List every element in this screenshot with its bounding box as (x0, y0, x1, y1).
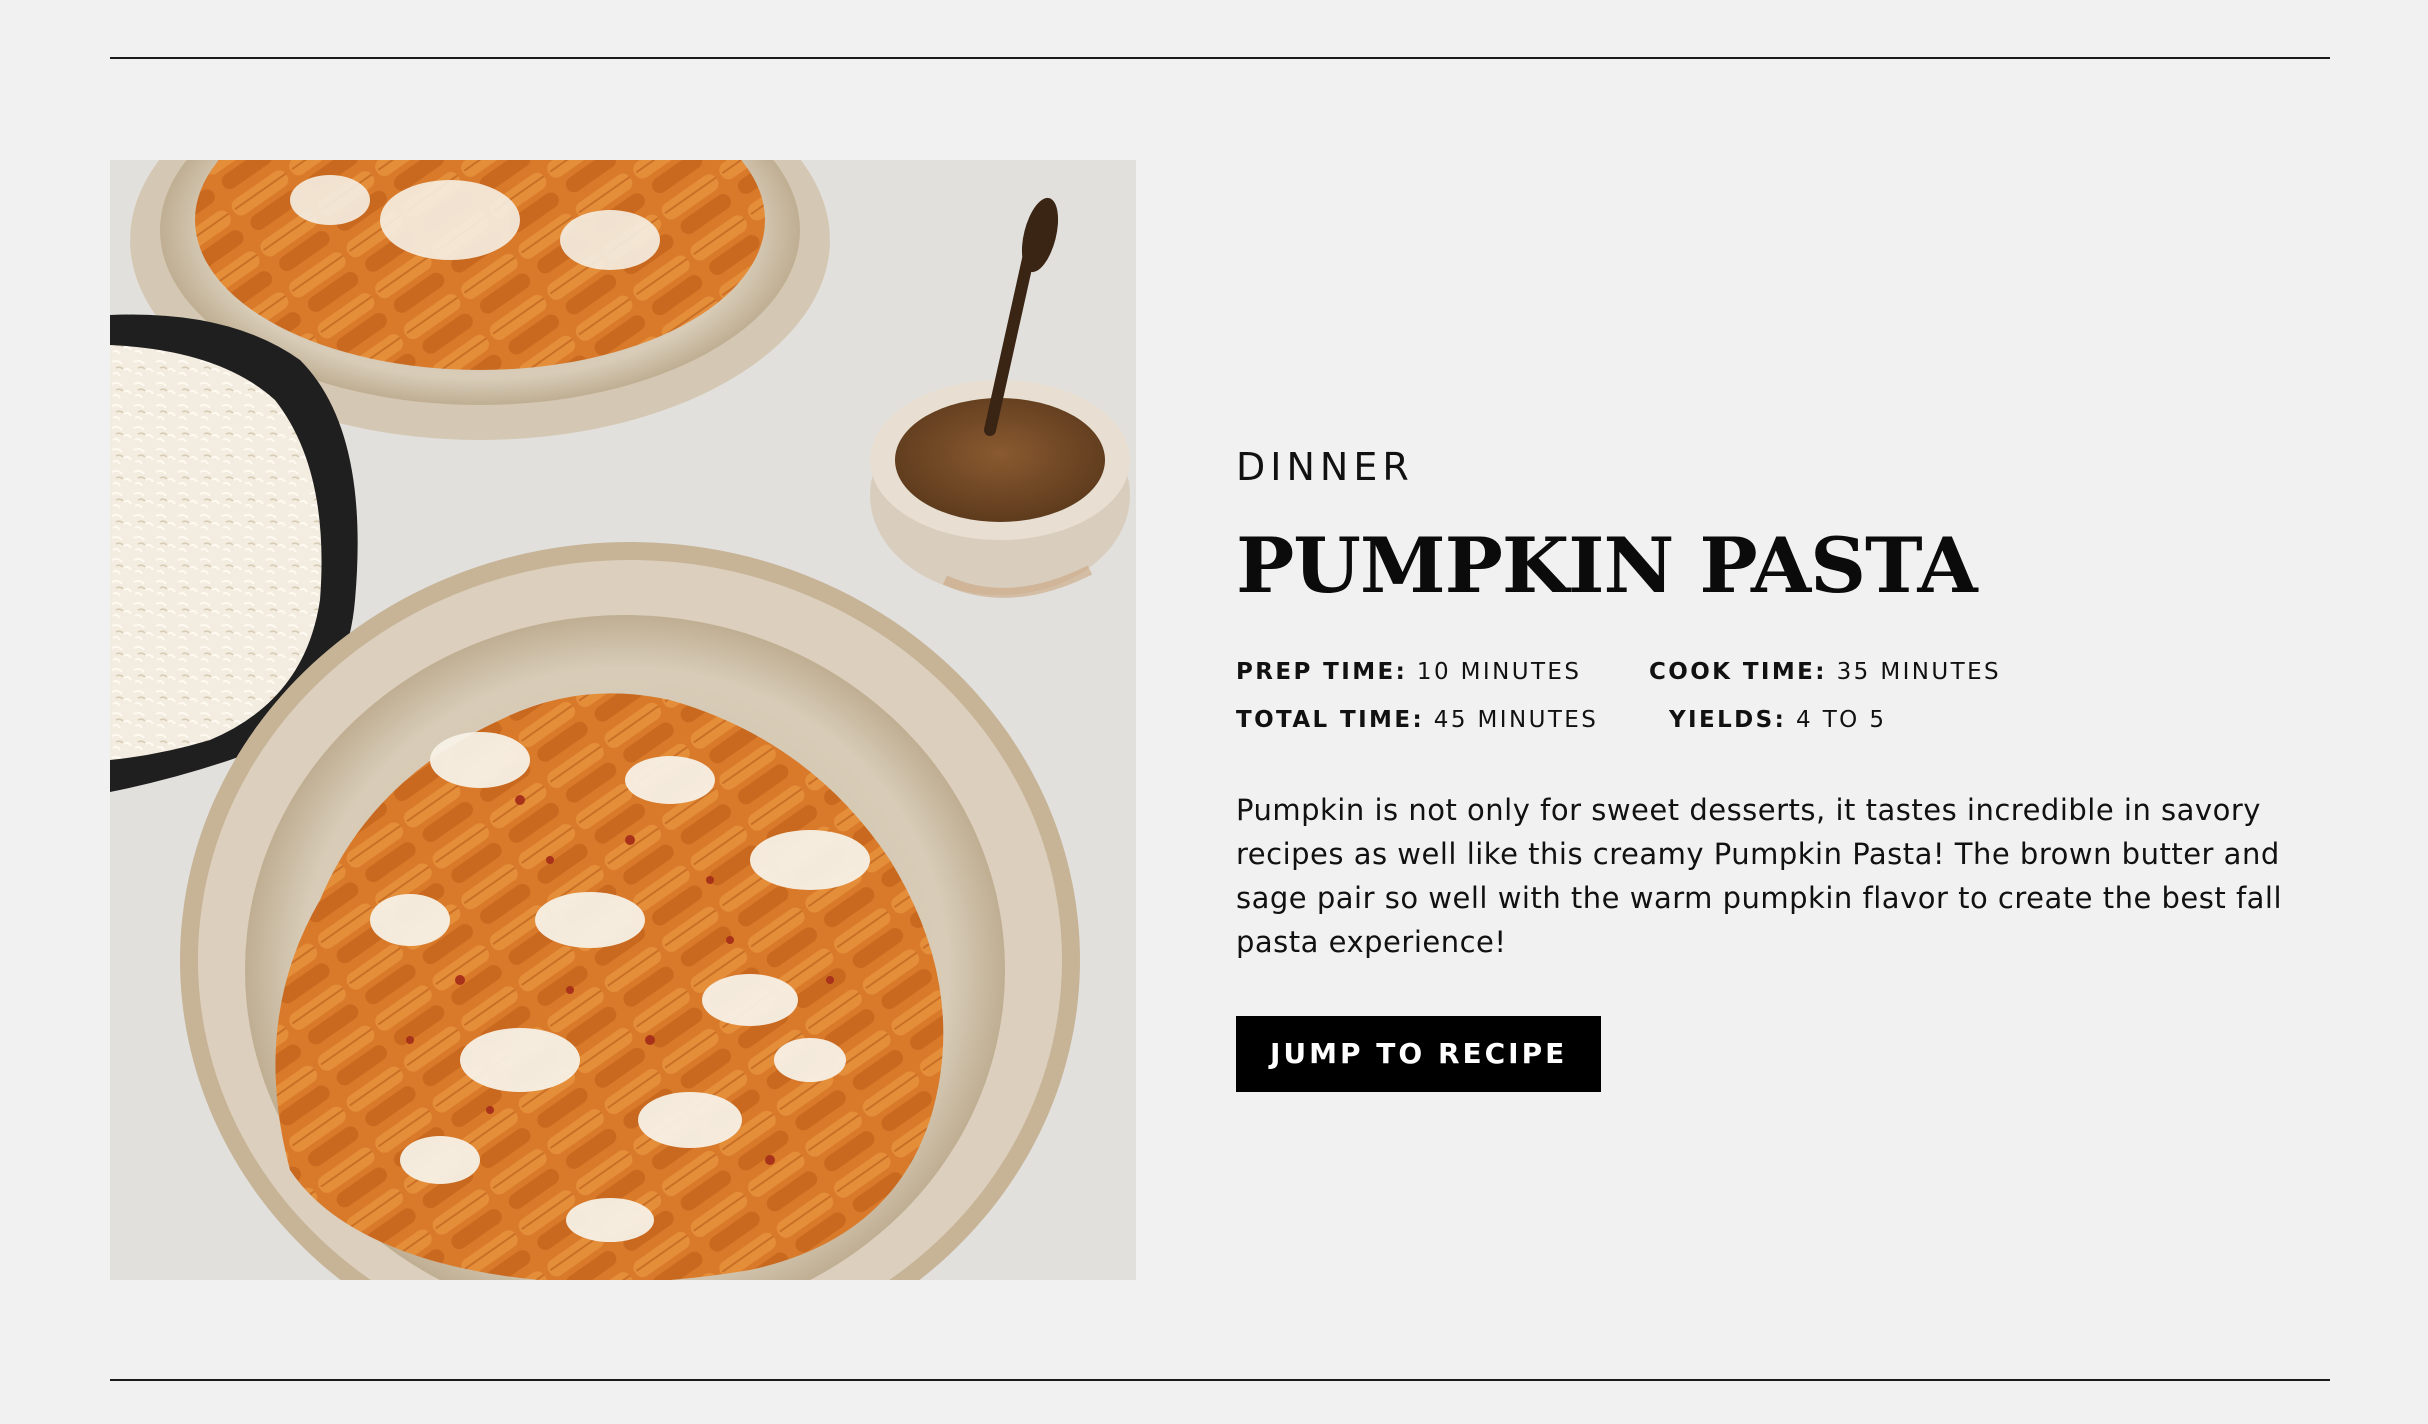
total-time-label: TOTAL TIME: (1236, 707, 1425, 733)
recipe-info: DINNER PUMPKIN PASTA PREP TIME: 10 MINUT… (1236, 448, 2326, 1092)
recipe-title[interactable]: PUMPKIN PASTA (1236, 528, 2348, 604)
top-divider (110, 57, 2330, 59)
prep-time-label: PREP TIME: (1236, 659, 1408, 685)
bottom-divider (110, 1379, 2330, 1381)
cook-time: COOK TIME: 35 MINUTES (1649, 648, 2001, 696)
recipe-meta: PREP TIME: 10 MINUTES COOK TIME: 35 MINU… (1236, 648, 2326, 744)
total-time-value: 45 MINUTES (1433, 707, 1599, 733)
jump-to-recipe-button[interactable]: JUMP TO RECIPE (1236, 1016, 1602, 1092)
cook-time-value: 35 MINUTES (1836, 659, 2002, 685)
yields-label: YIELDS: (1669, 707, 1787, 733)
recipe-photo (110, 160, 1136, 1280)
prep-time-value: 10 MINUTES (1416, 659, 1582, 685)
meta-row-times: PREP TIME: 10 MINUTES COOK TIME: 35 MINU… (1236, 648, 2326, 696)
yields-value: 4 TO 5 (1795, 707, 1887, 733)
yields: YIELDS: 4 TO 5 (1669, 696, 1886, 744)
total-time: TOTAL TIME: 45 MINUTES (1236, 696, 1598, 744)
cook-time-label: COOK TIME: (1649, 659, 1827, 685)
prep-time: PREP TIME: 10 MINUTES (1236, 648, 1581, 696)
meta-row-yield: TOTAL TIME: 45 MINUTES YIELDS: 4 TO 5 (1236, 696, 2326, 744)
recipe-category[interactable]: DINNER (1236, 448, 2326, 486)
recipe-description: Pumpkin is not only for sweet desserts, … (1236, 793, 2283, 959)
